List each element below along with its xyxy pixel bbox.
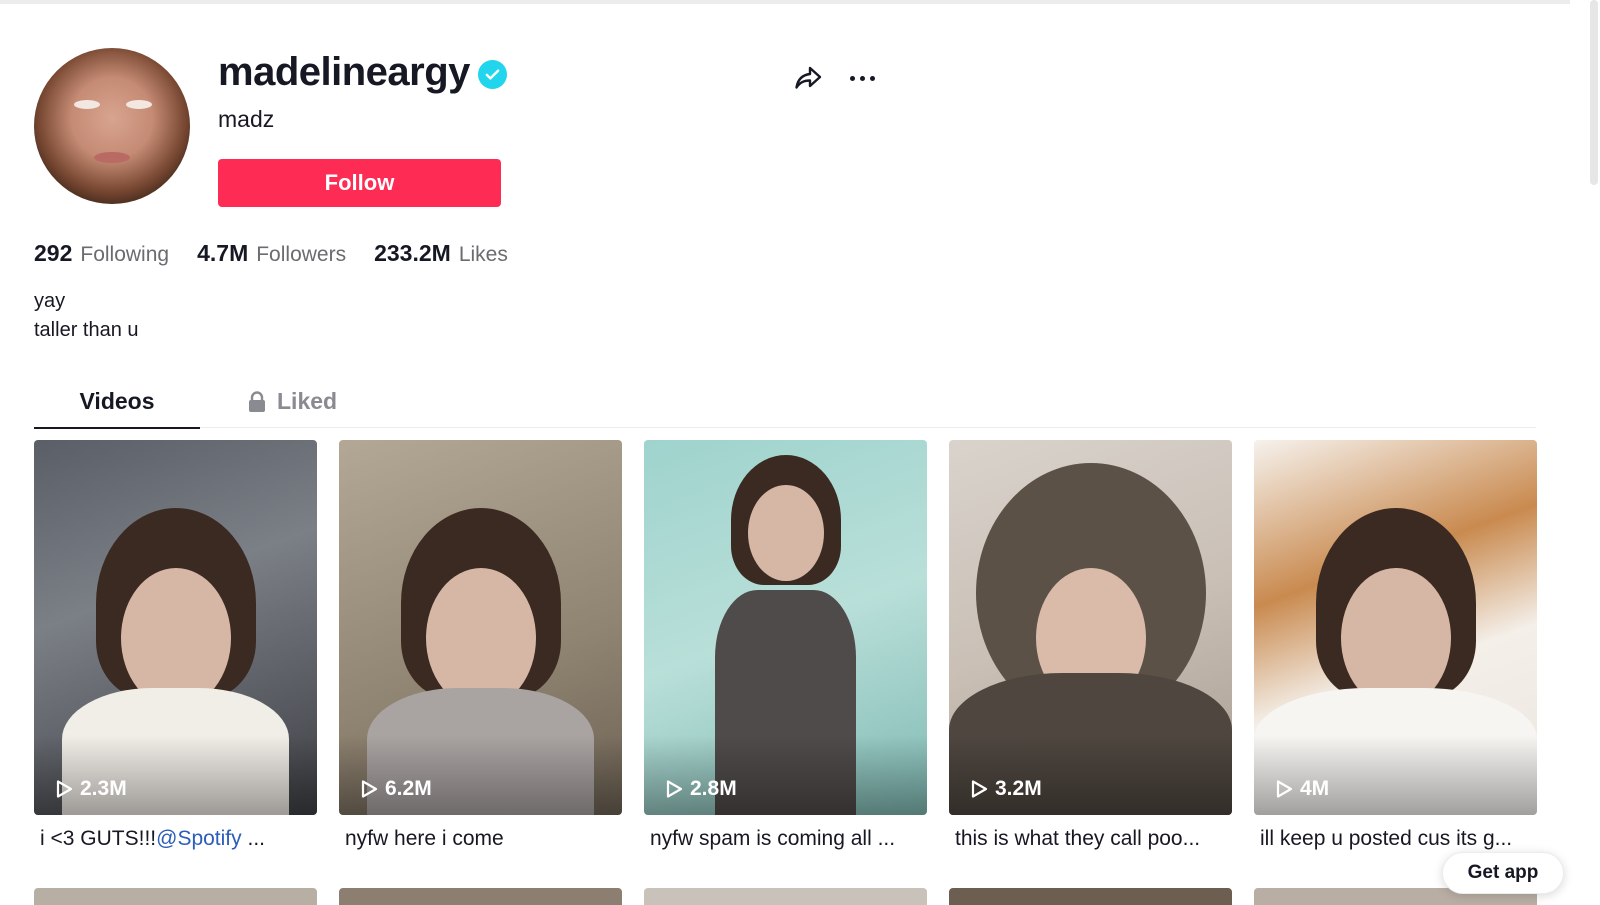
video-thumbnail[interactable]: 3.2M (949, 440, 1232, 815)
play-icon (56, 780, 73, 798)
avatar[interactable] (34, 48, 190, 204)
profile-tabs: Videos Liked (34, 375, 1536, 429)
video-card[interactable]: 2.8M nyfw spam is coming all ... (644, 440, 927, 851)
tab-label: Liked (277, 388, 338, 414)
thumbnail-figure (1340, 567, 1451, 708)
profile-stats: 292 Following 4.7M Followers 233.2M Like… (34, 240, 508, 267)
follow-button[interactable]: Follow (218, 159, 501, 207)
video-card[interactable]: 2.3M i <3 GUTS!!!@Spotify ... (34, 440, 317, 851)
caption-text: i <3 GUTS!!! (40, 827, 157, 850)
video-thumbnail[interactable]: 2.3M (34, 440, 317, 815)
tab-videos[interactable]: Videos (34, 375, 200, 429)
thumbnail-shade (339, 735, 622, 815)
video-caption[interactable]: ill keep u posted cus its g... (1254, 827, 1537, 851)
thumbnail-shade (949, 735, 1232, 815)
top-divider (0, 0, 1570, 4)
lock-icon (247, 390, 267, 413)
video-thumbnail[interactable]: 6.2M (339, 440, 622, 815)
video-thumbnail[interactable]: 4M (1254, 440, 1537, 815)
bio: yay taller than u (34, 287, 139, 345)
verified-badge-icon (477, 59, 507, 89)
stat-value: 4.7M (197, 240, 249, 266)
nickname: madz (218, 106, 275, 132)
view-count-value: 2.8M (690, 777, 737, 800)
avatar-mouth (94, 152, 130, 163)
video-caption[interactable]: nyfw spam is coming all ... (644, 827, 927, 851)
stat-following[interactable]: 292 Following (34, 240, 169, 267)
play-icon (971, 780, 988, 798)
video-card[interactable]: 6.2M nyfw here i come (339, 440, 622, 851)
video-thumbnail[interactable]: 2.8M (644, 440, 927, 815)
thumbnail-shade (644, 735, 927, 815)
username: madelineargy (218, 50, 470, 94)
stat-value: 233.2M (374, 240, 451, 266)
view-count: 3.2M (969, 777, 1042, 801)
play-icon (361, 780, 378, 798)
stat-likes: 233.2M Likes (374, 240, 508, 267)
stat-value: 292 (34, 240, 73, 266)
bio-line: yay (34, 290, 66, 312)
stat-label: Likes (458, 243, 508, 266)
thumbnail-shade (34, 735, 317, 815)
get-app-button[interactable]: Get app (1442, 852, 1564, 894)
video-caption[interactable]: i <3 GUTS!!!@Spotify ... (34, 827, 317, 851)
scrollbar-thumb[interactable] (1590, 0, 1598, 185)
username-row: madelineargy (218, 48, 507, 96)
thumbnail-shade (1254, 735, 1537, 815)
scrollbar[interactable] (1570, 0, 1600, 905)
more-options-icon[interactable] (850, 70, 882, 86)
stat-followers[interactable]: 4.7M Followers (197, 240, 346, 267)
play-icon (666, 780, 683, 798)
view-count-value: 2.3M (80, 777, 127, 800)
thumbnail-figure (747, 485, 824, 581)
video-thumbnail[interactable] (34, 888, 317, 905)
play-icon (1276, 780, 1293, 798)
view-count: 4M (1274, 777, 1329, 801)
video-card[interactable]: 3.2M this is what they call poo... (949, 440, 1232, 851)
video-thumbnail[interactable] (644, 888, 927, 905)
video-caption[interactable]: nyfw here i come (339, 827, 622, 851)
caption-text: ... (241, 827, 265, 850)
active-tab-indicator (34, 427, 200, 429)
view-count-value: 4M (1300, 777, 1330, 800)
mention-link[interactable]: @Spotify (156, 827, 242, 850)
view-count: 2.3M (54, 777, 127, 801)
stat-label: Following (80, 243, 170, 266)
thumbnail-figure (120, 567, 231, 708)
video-card[interactable]: 4M ill keep u posted cus its g... (1254, 440, 1537, 851)
avatar-eye (74, 100, 100, 109)
view-count: 2.8M (664, 777, 737, 801)
video-caption[interactable]: this is what they call poo... (949, 827, 1232, 851)
tab-liked[interactable]: Liked (247, 375, 337, 428)
thumbnail-figure (425, 567, 536, 708)
bio-line: taller than u (34, 319, 139, 341)
video-grid-next-row (34, 888, 1537, 905)
video-thumbnail[interactable] (949, 888, 1232, 905)
view-count: 6.2M (359, 777, 432, 801)
view-count-value: 3.2M (995, 777, 1042, 800)
video-grid: 2.3M i <3 GUTS!!!@Spotify ... 6.2M nyfw … (34, 440, 1537, 851)
share-icon[interactable] (792, 62, 824, 94)
view-count-value: 6.2M (385, 777, 432, 800)
avatar-eye (126, 100, 152, 109)
tab-label: Videos (79, 388, 155, 414)
video-thumbnail[interactable] (339, 888, 622, 905)
stat-label: Followers (256, 243, 347, 266)
